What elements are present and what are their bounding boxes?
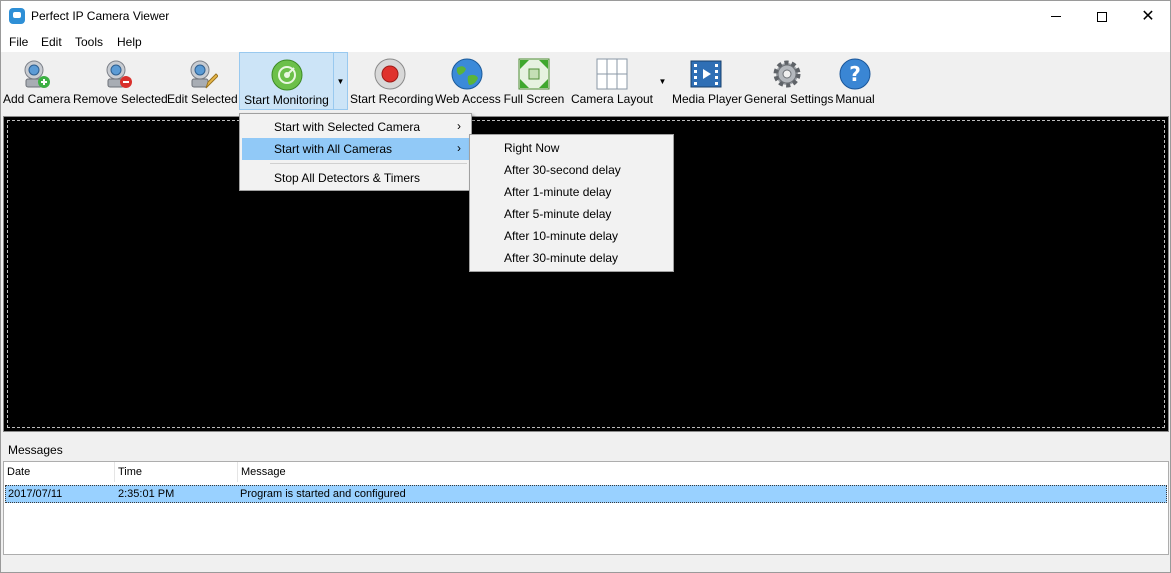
column-header-date[interactable]: Date [4, 462, 115, 482]
menu-item-10-minute[interactable]: After 10-minute delay [472, 225, 671, 247]
camera-layout-button[interactable]: Camera Layout [569, 52, 655, 110]
fullscreen-icon [518, 58, 550, 90]
web-access-label: Web Access [435, 92, 501, 106]
media-player-label: Media Player [672, 92, 743, 106]
menu-edit[interactable]: Edit [41, 35, 62, 49]
menu-item-start-all[interactable]: Start with All Cameras › [242, 138, 469, 160]
minimize-icon [1051, 16, 1061, 17]
delay-submenu: Right Now After 30-second delay After 1-… [469, 134, 674, 272]
menu-file[interactable]: File [9, 35, 28, 49]
help-icon: ? [839, 58, 871, 90]
add-camera-label: Add Camera [3, 92, 71, 106]
chevron-right-icon: › [457, 141, 461, 155]
close-button[interactable]: ✕ [1125, 1, 1171, 32]
remove-camera-icon [106, 60, 132, 88]
add-camera-icon [24, 60, 50, 88]
messages-title: Messages [8, 443, 63, 457]
menu-item-1-minute[interactable]: After 1-minute delay [472, 181, 671, 203]
menu-item-30-minute[interactable]: After 30-minute delay [472, 247, 671, 269]
start-recording-button[interactable]: Start Recording [350, 52, 434, 110]
menu-item-start-selected[interactable]: Start with Selected Camera › [242, 116, 469, 138]
column-header-time[interactable]: Time [115, 462, 238, 482]
svg-text:?: ? [849, 62, 861, 86]
chevron-down-icon: ▼ [336, 76, 345, 86]
grid-layout-icon [596, 58, 628, 90]
layout-dropdown-button[interactable]: ▼ [655, 52, 670, 110]
film-icon [690, 60, 722, 88]
row-message: Program is started and configured [240, 488, 406, 500]
menu-item-5-minute[interactable]: After 5-minute delay [472, 203, 671, 225]
record-icon [374, 58, 406, 90]
monitoring-icon [271, 59, 302, 91]
remove-selected-label: Remove Selected [73, 92, 168, 106]
menu-item-label: Start with Selected Camera [274, 120, 421, 134]
menu-tools[interactable]: Tools [75, 35, 103, 49]
manual-label: Manual [835, 92, 875, 106]
full-screen-button[interactable]: Full Screen [503, 52, 565, 110]
menu-separator [270, 163, 467, 164]
monitoring-dropdown-button[interactable]: ▼ [333, 52, 348, 110]
monitoring-menu: Start with Selected Camera › Start with … [239, 113, 472, 191]
messages-header: Messages [1, 439, 1170, 461]
messages-table[interactable]: Date Time Message 2017/07/11 2:35:01 PM … [3, 461, 1169, 555]
globe-icon [451, 58, 483, 90]
edit-camera-icon [190, 60, 218, 89]
edit-selected-button[interactable]: Edit Selected [167, 52, 238, 110]
web-access-button[interactable]: Web Access [435, 52, 501, 110]
maximize-icon [1097, 11, 1107, 22]
table-row[interactable]: 2017/07/11 2:35:01 PM Program is started… [5, 485, 1167, 503]
edit-selected-label: Edit Selected [167, 92, 238, 106]
general-settings-button[interactable]: General Settings [744, 52, 834, 110]
menu-bar: File Edit Tools Help [1, 32, 1170, 52]
minimize-button[interactable] [1033, 1, 1079, 32]
menu-item-label: Start with All Cameras [274, 142, 393, 156]
app-window: Perfect IP Camera Viewer ✕ File Edit Too… [0, 0, 1171, 573]
start-recording-label: Start Recording [350, 92, 434, 106]
general-settings-label: General Settings [744, 92, 834, 106]
gear-icon [773, 60, 801, 88]
chevron-down-icon: ▼ [658, 76, 667, 86]
row-date: 2017/07/11 [8, 488, 63, 500]
title-bar: Perfect IP Camera Viewer ✕ [1, 1, 1170, 32]
column-header-message[interactable]: Message [238, 462, 1166, 482]
menu-item-30-second[interactable]: After 30-second delay [472, 159, 671, 181]
chevron-right-icon: › [457, 119, 461, 133]
full-screen-label: Full Screen [503, 92, 565, 106]
start-monitoring-label: Start Monitoring [244, 93, 329, 107]
manual-button[interactable]: ? Manual [833, 52, 877, 110]
menu-help[interactable]: Help [117, 35, 142, 49]
add-camera-button[interactable]: Add Camera [3, 52, 71, 110]
window-title: Perfect IP Camera Viewer [31, 9, 170, 23]
close-icon: ✕ [1141, 7, 1155, 25]
app-camera-icon [9, 8, 25, 24]
menu-item-right-now[interactable]: Right Now [472, 137, 671, 159]
media-player-button[interactable]: Media Player [672, 52, 743, 110]
status-bar [1, 556, 1170, 572]
toolbar: Add Camera Remove Selected Edit Selected [1, 52, 1170, 114]
maximize-button[interactable] [1079, 1, 1125, 32]
menu-item-stop-all[interactable]: Stop All Detectors & Timers [242, 167, 469, 189]
camera-layout-label: Camera Layout [570, 92, 654, 106]
start-monitoring-button[interactable]: Start Monitoring [239, 52, 334, 110]
row-time: 2:35:01 PM [118, 488, 175, 500]
remove-selected-button[interactable]: Remove Selected [73, 52, 168, 110]
